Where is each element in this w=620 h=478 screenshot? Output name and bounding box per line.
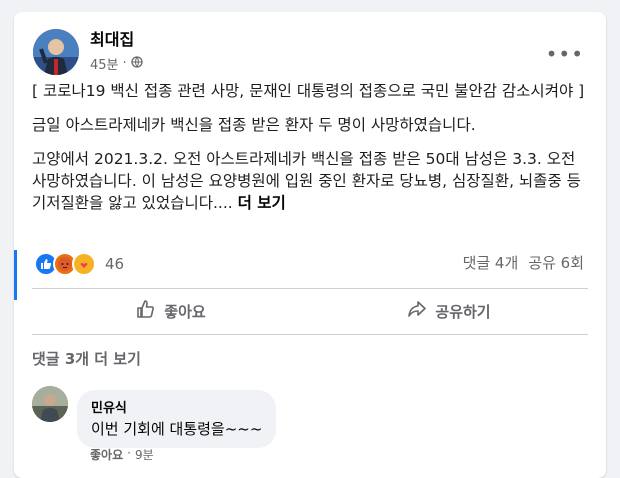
divider	[32, 288, 588, 289]
post-meta: 45분 ·	[90, 54, 143, 73]
meta-separator: ·	[122, 56, 127, 71]
share-arrow-icon	[407, 299, 427, 323]
focus-accent-bar	[14, 250, 17, 300]
author-avatar[interactable]	[33, 29, 79, 75]
share-label: 공유하기	[435, 302, 491, 321]
comment-meta: 좋아요 · 9분	[90, 446, 154, 463]
reactions-summary[interactable]: 46	[34, 252, 124, 276]
commenter-avatar[interactable]	[32, 386, 68, 422]
post-paragraph: [ 코로나19 백신 접종 관련 사망, 문재인 대통령의 접종으로 국민 불안…	[32, 82, 585, 100]
author-name[interactable]: 최대집	[90, 26, 134, 50]
post-body: [ 코로나19 백신 접종 관련 사망, 문재인 대통령의 접종으로 국민 불안…	[32, 80, 592, 226]
comment-like-link[interactable]: 좋아요	[90, 446, 123, 463]
like-label: 좋아요	[164, 302, 206, 321]
comments-count[interactable]: 댓글 4개	[463, 252, 519, 273]
comment-time[interactable]: 9분	[135, 446, 154, 463]
post-card: 최대집 45분 · ••• [ 코로나19 백신 접종 관련 사망, 문재인 대…	[14, 12, 606, 478]
thumbs-up-icon	[136, 299, 156, 323]
post-actions: 좋아요 공유하기	[32, 296, 588, 326]
engagement-stats: 댓글 4개 공유 6회	[463, 252, 584, 273]
comment-bubble: 민유식 이번 기회에 대통령을~~~	[77, 390, 277, 448]
more-options-icon[interactable]: •••	[546, 42, 584, 66]
see-more-link[interactable]: 더 보기	[238, 194, 286, 212]
commenter-name[interactable]: 민유식	[91, 397, 262, 416]
comment-text: 이번 기회에 대통령을~~~	[91, 420, 263, 438]
globe-icon	[131, 55, 143, 72]
divider	[32, 334, 588, 335]
post-paragraph: 고양에서 2021.3.2. 오전 아스트라제네카 백신을 접종 받은 50대 …	[32, 148, 592, 214]
care-reaction-icon	[72, 252, 96, 276]
post-paragraph: 금일 아스트라제네카 백신을 접종 받은 환자 두 명이 사망하였습니다.	[32, 116, 476, 134]
post-time[interactable]: 45분	[90, 54, 119, 73]
share-button[interactable]: 공유하기	[310, 296, 588, 326]
post-paragraph-text: 고양에서 2021.3.2. 오전 아스트라제네카 백신을 접종 받은 50대 …	[32, 150, 581, 212]
comment-meta-separator: ·	[127, 446, 131, 460]
reaction-count: 46	[105, 255, 125, 273]
like-button[interactable]: 좋아요	[32, 296, 310, 326]
shares-count[interactable]: 공유 6회	[528, 252, 584, 273]
view-more-comments-link[interactable]: 댓글 3개 더 보기	[32, 348, 141, 369]
